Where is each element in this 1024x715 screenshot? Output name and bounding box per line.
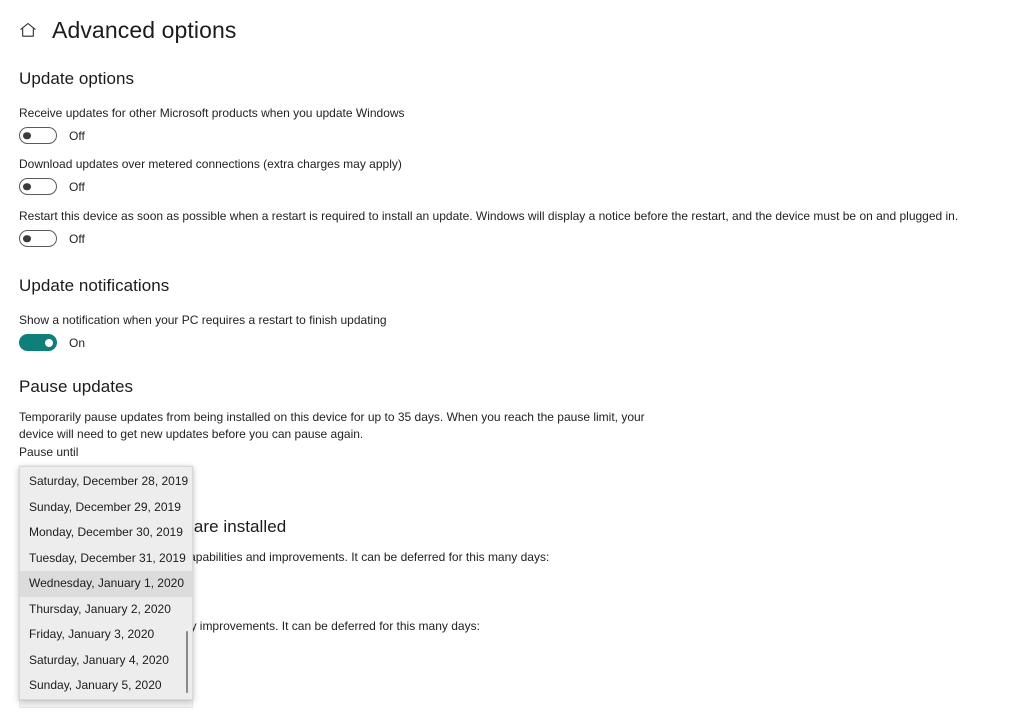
- pause-until-dropdown-bottom-edge: [19, 700, 193, 708]
- pause-until-dropdown-list[interactable]: Saturday, December 28, 2019 Sunday, Decem…: [19, 466, 193, 700]
- toggle-knob: [23, 182, 31, 191]
- section-heading-update-notifications: Update notifications: [19, 276, 170, 295]
- toggle-row-restart-notification[interactable]: On: [19, 334, 85, 351]
- pause-until-label: Pause until: [19, 445, 79, 459]
- toggle-metered-connections[interactable]: [19, 178, 57, 195]
- dropdown-option[interactable]: Saturday, January 4, 2020: [20, 648, 192, 674]
- toggle-restart-device[interactable]: [19, 230, 57, 247]
- toggle-state-restart-notification: On: [69, 335, 86, 350]
- toggle-microsoft-products[interactable]: [19, 127, 57, 144]
- page-title: Advanced options: [52, 16, 237, 43]
- toggle-knob: [23, 131, 31, 140]
- section-heading-pause-updates: Pause updates: [19, 377, 134, 396]
- home-icon[interactable]: [18, 20, 38, 40]
- toggle-knob: [23, 234, 31, 243]
- dropdown-scrollbar-thumb[interactable]: [185, 631, 188, 693]
- toggle-restart-notification[interactable]: [19, 334, 57, 351]
- dropdown-option[interactable]: Thursday, January 2, 2020: [20, 597, 192, 623]
- setting-description-restart-device: Restart this device as soon as possible …: [19, 209, 959, 223]
- toggle-knob: [44, 338, 53, 347]
- section-heading-update-options: Update options: [19, 69, 135, 88]
- dropdown-scrollbar[interactable]: [184, 469, 189, 697]
- dropdown-option[interactable]: Sunday, January 5, 2020: [20, 673, 192, 699]
- toggle-state-microsoft-products: Off: [69, 128, 85, 143]
- pause-updates-description: Temporarily pause updates from being ins…: [19, 410, 645, 441]
- dropdown-option[interactable]: Sunday, December 29, 2019: [20, 495, 192, 521]
- setting-description-restart-notification: Show a notification when your PC require…: [19, 313, 387, 327]
- dropdown-option[interactable]: Monday, December 30, 2019: [20, 520, 192, 546]
- dropdown-option[interactable]: Saturday, December 28, 2019: [20, 469, 192, 495]
- toggle-state-restart-device: Off: [69, 231, 85, 246]
- dropdown-option[interactable]: Friday, January 3, 2020: [20, 622, 192, 648]
- toggle-row-metered-connections[interactable]: Off: [19, 178, 85, 195]
- page-header: Advanced options: [18, 12, 236, 48]
- dropdown-option[interactable]: Tuesday, December 31, 2019: [20, 546, 192, 572]
- setting-description-metered-connections: Download updates over metered connection…: [19, 157, 402, 171]
- setting-description-microsoft-products: Receive updates for other Microsoft prod…: [19, 106, 405, 120]
- toggle-row-microsoft-products[interactable]: Off: [19, 127, 85, 144]
- dropdown-option[interactable]: Wednesday, January 1, 2020: [20, 571, 192, 597]
- toggle-state-metered-connections: Off: [69, 179, 85, 194]
- toggle-row-restart-device[interactable]: Off: [19, 230, 85, 247]
